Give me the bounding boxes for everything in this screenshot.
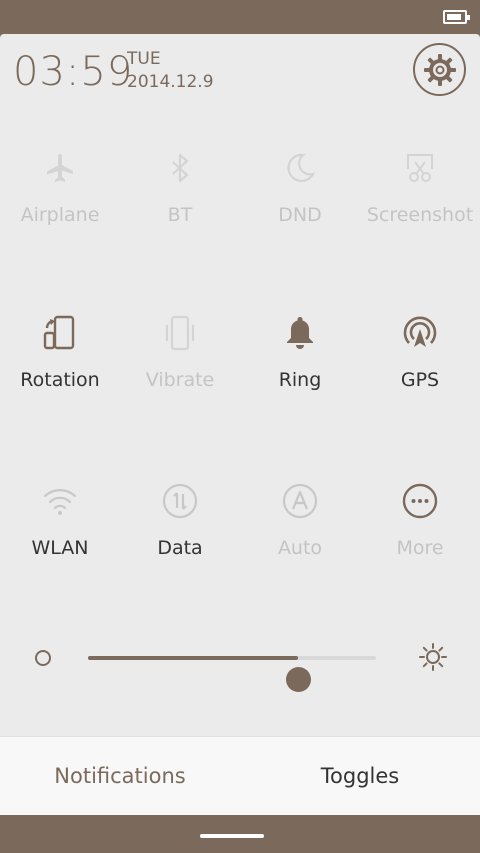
- toggle-label: Data: [157, 537, 203, 559]
- toggle-bt[interactable]: BT: [120, 148, 240, 226]
- quick-settings-panel: 03:59 TUE 2014.12.9 Airplane BT DND Scre…: [0, 34, 480, 736]
- brightness-slider[interactable]: [0, 634, 480, 692]
- bell-icon: [287, 317, 313, 349]
- clock-time: 03:59: [13, 49, 134, 95]
- brightness-low-icon: [35, 650, 51, 666]
- gps-icon: [403, 316, 437, 347]
- toggle-auto[interactable]: Auto: [240, 481, 360, 559]
- tab-toggles[interactable]: Toggles: [240, 737, 480, 815]
- toggle-more[interactable]: More: [360, 481, 480, 559]
- toggle-label: Auto: [277, 537, 323, 559]
- navigation-bar: [0, 815, 480, 853]
- bluetooth-icon: [172, 153, 189, 183]
- toggle-label: GPS: [400, 369, 440, 391]
- toggle-ring[interactable]: Ring: [240, 313, 360, 391]
- toggle-label: Screenshot: [366, 204, 474, 226]
- toggle-label: Airplane: [20, 204, 100, 226]
- panel-tabs: Notifications Toggles: [0, 736, 480, 815]
- toggle-label: Rotation: [20, 369, 100, 391]
- moon-icon: [287, 153, 316, 182]
- toggle-airplane[interactable]: Airplane: [0, 148, 120, 226]
- toggle-vibrate[interactable]: Vibrate: [120, 313, 240, 391]
- battery-icon: [443, 10, 470, 24]
- slider-fill: [88, 656, 299, 660]
- clock-date: TUE 2014.12.9: [127, 49, 214, 93]
- clock-day: TUE: [127, 49, 161, 69]
- airplane-icon: [47, 154, 73, 182]
- toggle-label: Vibrate: [145, 369, 215, 391]
- toggle-label: More: [396, 537, 444, 559]
- toggle-label: BT: [167, 204, 193, 226]
- slider-track[interactable]: [88, 656, 376, 692]
- toggle-gps[interactable]: GPS: [360, 313, 480, 391]
- toggle-rotation[interactable]: Rotation: [0, 313, 120, 391]
- screenshot-icon: [407, 154, 433, 182]
- clock-full-date: 2014.12.9: [127, 72, 214, 92]
- gear-icon: [423, 53, 456, 86]
- rotation-icon: [43, 315, 75, 350]
- toggle-data[interactable]: Data: [120, 481, 240, 559]
- toggle-dnd[interactable]: DND: [240, 148, 360, 226]
- toggle-label: DND: [278, 204, 322, 226]
- toggle-screenshot[interactable]: Screenshot: [360, 148, 480, 226]
- toggle-wlan[interactable]: WLAN: [0, 481, 120, 559]
- toggle-label: Ring: [278, 369, 322, 391]
- vibrate-icon: [165, 315, 195, 351]
- data-icon: [162, 483, 198, 519]
- more-icon: [402, 483, 438, 519]
- auto-brightness-icon: [282, 483, 318, 519]
- toggle-label: WLAN: [31, 537, 89, 559]
- slider-thumb[interactable]: [286, 667, 312, 692]
- wifi-icon: [43, 489, 77, 515]
- home-handle[interactable]: [200, 834, 264, 838]
- status-bar: [0, 0, 480, 34]
- settings-button[interactable]: [413, 43, 466, 96]
- tab-notifications[interactable]: Notifications: [0, 737, 240, 815]
- sun-icon: [419, 643, 447, 671]
